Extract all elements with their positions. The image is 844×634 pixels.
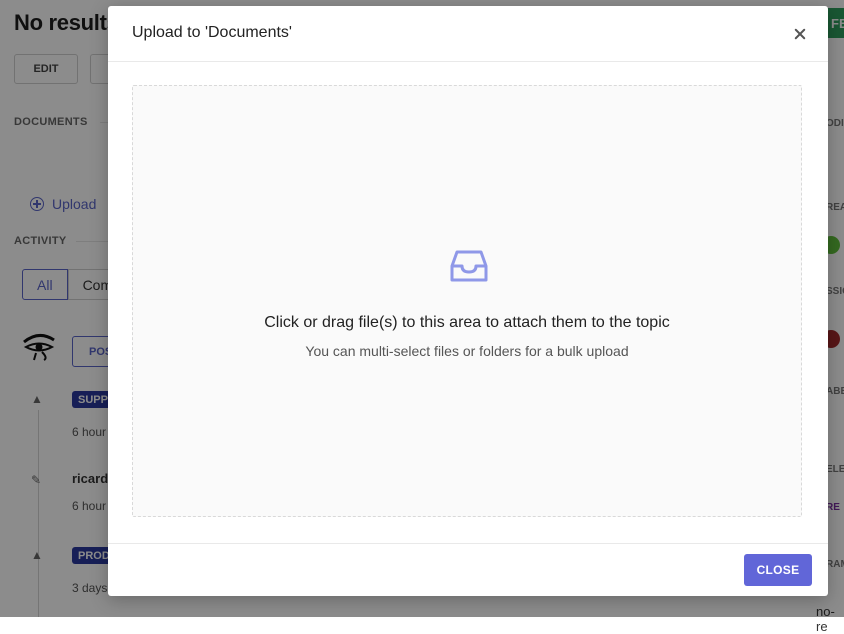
modal-header: Upload to 'Documents' [108,6,828,62]
inbox-icon [450,250,488,282]
close-button[interactable]: CLOSE [744,554,812,586]
close-icon[interactable] [792,26,808,42]
dropzone-hint: You can multi-select files or folders fo… [305,343,629,359]
modal-footer: CLOSE [108,543,828,596]
dropzone-title: Click or drag file(s) to this area to at… [264,314,670,331]
modal-title: Upload to 'Documents' [132,24,292,41]
upload-modal: Upload to 'Documents' Click or drag file… [108,6,828,596]
upload-dropzone[interactable]: Click or drag file(s) to this area to at… [132,85,802,517]
